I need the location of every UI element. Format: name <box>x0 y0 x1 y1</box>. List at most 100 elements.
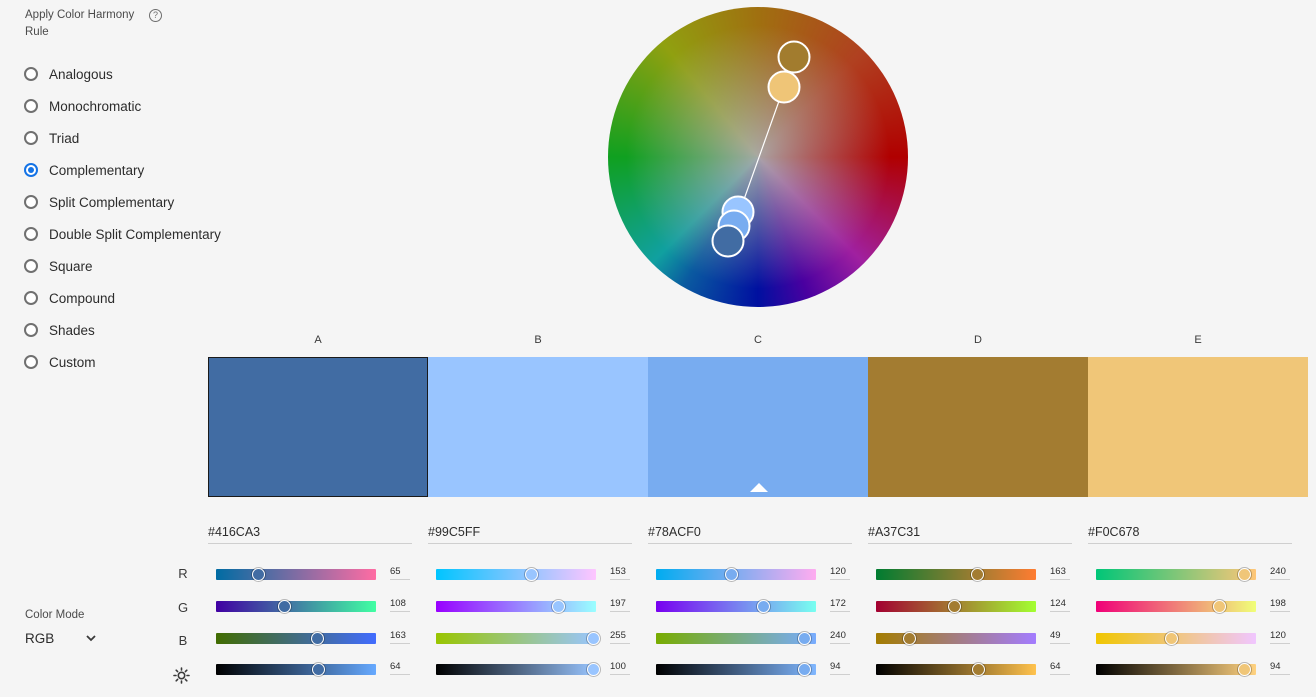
slider-r-b[interactable] <box>436 568 596 581</box>
slider-thumb[interactable] <box>311 632 325 645</box>
slider-g-d[interactable] <box>876 600 1036 613</box>
slider-value-r-d[interactable]: 163 <box>1050 566 1070 580</box>
slider-value-g-e[interactable]: 198 <box>1270 598 1290 612</box>
radio-button[interactable] <box>24 227 38 241</box>
slider-g-b[interactable] <box>436 600 596 613</box>
slider-g-e[interactable] <box>1096 600 1256 613</box>
radio-button[interactable] <box>24 291 38 305</box>
swatch-letter-a: A <box>314 334 322 346</box>
slider-value-r-b[interactable]: 153 <box>610 566 630 580</box>
wheel-handle-e[interactable] <box>767 70 801 104</box>
slider-thumb[interactable] <box>587 663 600 676</box>
slider-thumb[interactable] <box>797 663 811 676</box>
color-swatch-c[interactable] <box>648 357 868 497</box>
slider-value-b-b[interactable]: 255 <box>610 630 630 644</box>
hex-input-a[interactable]: #416CA3 <box>208 521 412 544</box>
radio-button[interactable] <box>24 259 38 273</box>
slider-b-c[interactable] <box>656 632 816 645</box>
slider-thumb[interactable] <box>278 600 292 613</box>
harmony-rule-complementary[interactable]: Complementary <box>24 154 221 186</box>
slider-value-b-c[interactable]: 240 <box>830 630 850 644</box>
harmony-rule-shades[interactable]: Shades <box>24 314 221 346</box>
radio-button[interactable] <box>24 323 38 337</box>
slider-value-r-a[interactable]: 65 <box>390 566 410 580</box>
slider-r-c[interactable] <box>656 568 816 581</box>
hex-input-e[interactable]: #F0C678 <box>1088 521 1292 544</box>
color-mode-select[interactable]: RGB <box>25 631 97 649</box>
color-swatch-a[interactable] <box>208 357 428 497</box>
slider-thumb[interactable] <box>1237 568 1251 581</box>
slider-thumb[interactable] <box>756 600 770 613</box>
slider-thumb[interactable] <box>525 568 539 581</box>
harmony-rule-custom[interactable]: Custom <box>24 346 221 378</box>
wheel-handle-a[interactable] <box>711 224 745 258</box>
radio-button[interactable] <box>24 163 38 177</box>
slider-b-b[interactable] <box>436 632 600 645</box>
harmony-rule-label: Triad <box>49 130 80 146</box>
slider-value-g-b[interactable]: 197 <box>610 598 630 612</box>
hex-input-c[interactable]: #78ACF0 <box>648 521 852 544</box>
slider-r-d[interactable] <box>876 568 1036 581</box>
slider-thumb[interactable] <box>971 568 985 581</box>
harmony-rule-monochromatic[interactable]: Monochromatic <box>24 90 221 122</box>
slider-thumb[interactable] <box>797 632 811 645</box>
slider-b-a[interactable] <box>216 632 376 645</box>
wheel-handle-d[interactable] <box>777 40 811 74</box>
slider-value-brightness-c[interactable]: 94 <box>830 661 850 675</box>
color-swatch-b[interactable] <box>428 357 648 497</box>
slider-thumb[interactable] <box>311 663 325 676</box>
hex-input-d[interactable]: #A37C31 <box>868 521 1072 544</box>
color-wheel[interactable] <box>608 7 908 307</box>
slider-thumb[interactable] <box>252 568 266 581</box>
slider-r-a[interactable] <box>216 568 376 581</box>
slider-value-b-d[interactable]: 49 <box>1050 630 1070 644</box>
slider-r-e[interactable] <box>1096 568 1256 581</box>
slider-value-g-a[interactable]: 108 <box>390 598 410 612</box>
slider-brightness-b[interactable] <box>436 663 600 676</box>
slider-brightness-c[interactable] <box>656 663 816 676</box>
radio-button[interactable] <box>24 195 38 209</box>
slider-b-d[interactable] <box>876 632 1036 645</box>
harmony-rule-square[interactable]: Square <box>24 250 221 282</box>
slider-thumb[interactable] <box>725 568 739 581</box>
slider-g-a[interactable] <box>216 600 376 613</box>
slider-value-g-d[interactable]: 124 <box>1050 598 1070 612</box>
color-swatch-d[interactable] <box>868 357 1088 497</box>
slider-thumb[interactable] <box>1212 600 1226 613</box>
harmony-rule-triad[interactable]: Triad <box>24 122 221 154</box>
slider-g-c[interactable] <box>656 600 816 613</box>
slider-thumb[interactable] <box>947 600 961 613</box>
radio-button[interactable] <box>24 131 38 145</box>
radio-button[interactable] <box>24 99 38 113</box>
slider-value-brightness-a[interactable]: 64 <box>390 661 410 675</box>
harmony-rule-double-split-complementary[interactable]: Double Split Complementary <box>24 218 221 250</box>
slider-value-b-e[interactable]: 120 <box>1270 630 1290 644</box>
slider-value-brightness-b[interactable]: 100 <box>610 661 630 675</box>
color-swatch-e[interactable] <box>1088 357 1308 497</box>
harmony-rule-compound[interactable]: Compound <box>24 282 221 314</box>
radio-button[interactable] <box>24 355 38 369</box>
slider-value-b-a[interactable]: 163 <box>390 630 410 644</box>
slider-value-brightness-e[interactable]: 94 <box>1270 661 1290 675</box>
channel-label-g: G <box>177 600 189 615</box>
hex-input-b[interactable]: #99C5FF <box>428 521 632 544</box>
slider-thumb[interactable] <box>587 632 600 645</box>
slider-thumb[interactable] <box>902 632 916 645</box>
slider-b-e[interactable] <box>1096 632 1256 645</box>
slider-value-brightness-d[interactable]: 64 <box>1050 661 1070 675</box>
slider-brightness-d[interactable] <box>876 663 1036 676</box>
radio-button[interactable] <box>24 67 38 81</box>
channel-label-r: R <box>178 566 188 581</box>
slider-thumb[interactable] <box>1237 663 1251 676</box>
slider-value-g-c[interactable]: 172 <box>830 598 850 612</box>
harmony-rule-split-complementary[interactable]: Split Complementary <box>24 186 221 218</box>
slider-thumb[interactable] <box>971 663 985 676</box>
slider-value-r-e[interactable]: 240 <box>1270 566 1290 580</box>
slider-brightness-e[interactable] <box>1096 663 1256 676</box>
slider-thumb[interactable] <box>1165 632 1179 645</box>
question-mark-icon[interactable]: ? <box>149 9 162 22</box>
slider-brightness-a[interactable] <box>216 663 376 676</box>
slider-value-r-c[interactable]: 120 <box>830 566 850 580</box>
slider-thumb[interactable] <box>551 600 565 613</box>
harmony-rule-analogous[interactable]: Analogous <box>24 58 221 90</box>
